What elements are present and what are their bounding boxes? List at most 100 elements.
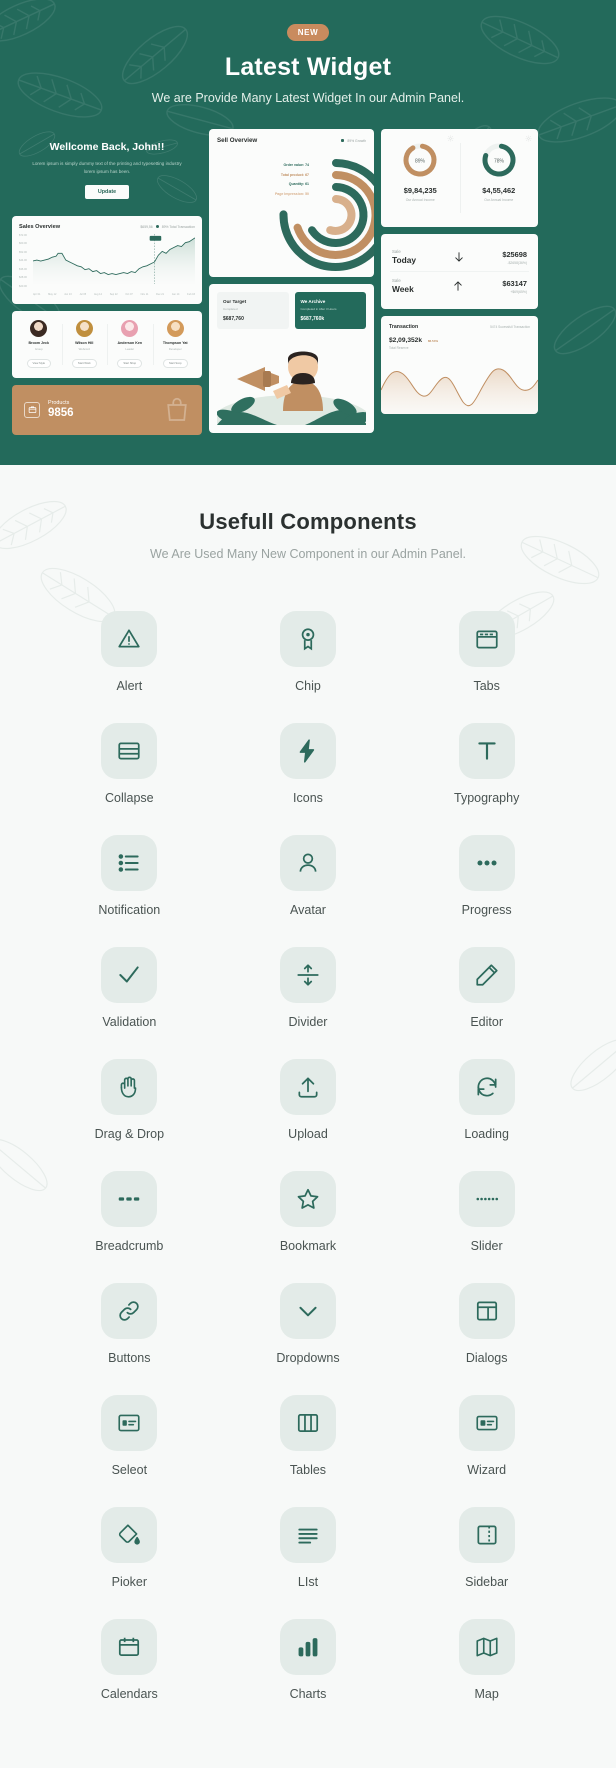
component-item-drag-drop[interactable]: Drag & Drop (40, 1058, 219, 1141)
component-label: Divider (288, 1014, 328, 1029)
component-label: Calendars (100, 1686, 158, 1701)
we-archive-value: $687,760k (300, 316, 325, 322)
gear-icon[interactable] (525, 135, 532, 142)
component-item-list[interactable]: LIst (219, 1506, 398, 1589)
avatar-action-button[interactable]: View Style (26, 358, 51, 368)
products-label: Products (48, 400, 70, 407)
component-label: Breadcrumb (95, 1238, 164, 1253)
component-label: Sidebar (465, 1574, 509, 1589)
list-lines-icon (101, 834, 158, 891)
we-archive-title: We Archive (300, 299, 326, 304)
x-tick: Jul 05 (79, 292, 87, 296)
annual-income-card: 89% $9,84,235 Our Annual Income 78% $4,5… (381, 129, 538, 227)
avatar-name: Anderson Ken (117, 340, 143, 345)
component-item-dropdowns[interactable]: Dropdowns (219, 1282, 398, 1365)
we-archive-sub: Completed in After 3 Hours (300, 307, 337, 311)
list-item[interactable]: Broom Jeck Group View Style (16, 319, 62, 369)
component-item-bookmark[interactable]: Bookmark (219, 1170, 398, 1253)
transaction-title: Transaction (389, 324, 419, 330)
sale-amount: $25698 (502, 249, 527, 259)
person-icon (279, 834, 336, 891)
calendar-icon (101, 1618, 158, 1675)
component-item-icons[interactable]: Icons (219, 722, 398, 805)
pencil-icon (458, 946, 515, 1003)
component-item-dialogs[interactable]: Dialogs (397, 1282, 576, 1365)
component-item-collapse[interactable]: Collapse (40, 722, 219, 805)
component-label: Bookmark (279, 1238, 337, 1253)
sales-x-axis: Apr 01 May 12 Jun 13 Jul 05 Aug 14 Sep 2… (33, 293, 195, 296)
upload-icon (279, 1058, 336, 1115)
dashboard-column-middle: Sell Overview 89% Growth Order value: 74… (209, 129, 374, 433)
component-label: Typography (454, 790, 520, 805)
component-item-notification[interactable]: Notification (40, 834, 219, 917)
x-tick: Feb 03 (187, 292, 195, 296)
sell-title: Sell Overview (217, 137, 258, 144)
component-label: Upload (288, 1126, 328, 1141)
avatar-role: Webcord (78, 346, 90, 351)
component-item-validation[interactable]: Validation (40, 946, 219, 1029)
component-label: Collapse (105, 790, 154, 805)
income-value: $4,55,462 (482, 186, 516, 195)
income-label: Our Annual Income (484, 198, 514, 202)
component-item-sidebar[interactable]: Sidebar (397, 1506, 576, 1589)
component-item-calendars[interactable]: Calendars (40, 1618, 219, 1701)
y-tick: $60.00 (19, 242, 27, 246)
we-archive-panel: We Archive Completed in After 3 Hours $6… (294, 292, 366, 329)
up-down-arrows-icon (279, 946, 336, 1003)
lines-icon (279, 1506, 336, 1563)
component-item-chip[interactable]: Chip (219, 610, 398, 693)
badge-wrapper: NEW (0, 22, 616, 41)
sale-delta: -$2658(36%) (507, 260, 527, 265)
avatar-action-button[interactable]: Start Work (71, 358, 97, 368)
component-item-progress[interactable]: Progress (397, 834, 576, 917)
gear-icon[interactable] (447, 135, 454, 142)
x-tick: Oct 07 (125, 292, 133, 296)
welcome-card: Wellcome Back, John!! Lorem ipsum is sim… (12, 129, 202, 209)
component-item-tabs[interactable]: Tabs (397, 610, 576, 693)
component-item-tables[interactable]: Tables (219, 1394, 398, 1477)
component-item-charts[interactable]: Charts (219, 1618, 398, 1701)
dashes-icon (101, 1170, 158, 1227)
list-item[interactable]: Thompson Yat Developer Start Scop (152, 319, 199, 369)
chevron-down-icon (279, 1282, 336, 1339)
radial-bar-chart (279, 159, 374, 271)
avatar-name: Thompson Yat (162, 340, 188, 345)
y-tick: $44.00 (19, 259, 27, 263)
map-icon (458, 1618, 515, 1675)
status-badge: 86.54% (427, 339, 439, 343)
list-item[interactable]: Anderson Ken Leader Start Shop (107, 319, 153, 369)
avatar-name: Wilson Hill (75, 340, 94, 345)
list-item[interactable]: Wilson Hill Webcord Start Work (61, 319, 108, 369)
component-item-divider[interactable]: Divider (219, 946, 398, 1029)
donut-percent: 78% (494, 159, 505, 165)
avatar-action-button[interactable]: Start Scop (162, 358, 188, 368)
component-item-select[interactable]: Seleot (40, 1394, 219, 1477)
component-label: Editor (470, 1014, 503, 1029)
sale-delta: +$69(65%) (510, 289, 527, 294)
component-item-upload[interactable]: Upload (219, 1058, 398, 1141)
component-item-slider[interactable]: Slider (397, 1170, 576, 1253)
component-item-breadcrumb[interactable]: Breadcrumb (40, 1170, 219, 1253)
component-item-wizard[interactable]: Wizard (397, 1394, 576, 1477)
sales-legend-note: 89% Total Transaction (161, 224, 195, 229)
component-item-map[interactable]: Map (397, 1618, 576, 1701)
component-item-editor[interactable]: Editor (397, 946, 576, 1029)
avatar-action-button[interactable]: Start Shop (117, 358, 143, 368)
component-item-alert[interactable]: Alert (40, 610, 219, 693)
team-avatars-card: Broom Jeck Group View Style Wilson Hill … (12, 310, 202, 378)
component-label: Drag & Drop (94, 1126, 165, 1141)
target-panels: Our Target Completed $687,760 We Archive… (217, 292, 366, 329)
component-item-avatar[interactable]: Avatar (219, 834, 398, 917)
y-tick: $28.00 (19, 276, 27, 280)
component-item-picker[interactable]: Pioker (40, 1506, 219, 1589)
dotted-line-icon (458, 1170, 515, 1227)
x-tick: Jan 14 (171, 292, 180, 296)
component-item-typography[interactable]: Typography (397, 722, 576, 805)
our-target-panel: Our Target Completed $687,760 (217, 292, 289, 329)
sale-period: Week (392, 284, 414, 294)
transaction-subtitle: 5474 Sucessfull Transaction (490, 325, 530, 329)
component-item-buttons[interactable]: Buttons (40, 1282, 219, 1365)
alert-triangle-icon (101, 610, 158, 667)
component-item-loading[interactable]: Loading (397, 1058, 576, 1141)
income-value: $9,84,235 (403, 186, 437, 195)
